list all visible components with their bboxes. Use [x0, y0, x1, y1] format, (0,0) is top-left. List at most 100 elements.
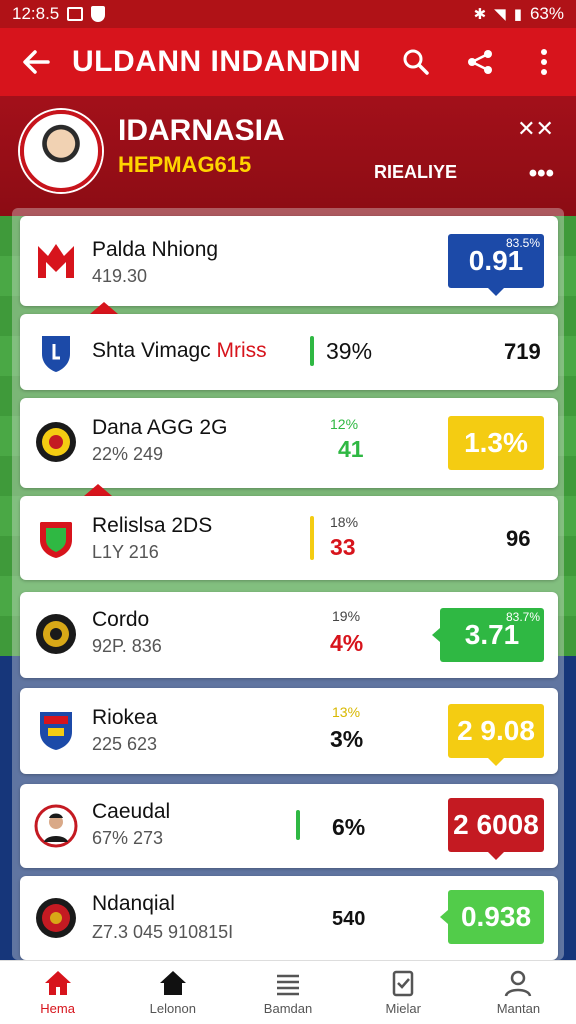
team-name: Relislsa 2DS	[92, 514, 213, 537]
nav-label: Lelonon	[149, 1001, 196, 1016]
percent-small: 13%	[332, 704, 361, 720]
wifi-icon: ◥	[494, 6, 506, 23]
nav-label: Hema	[40, 1001, 75, 1016]
status-bar: 12:8.5 ✱ ◥ ▮ 63%	[0, 0, 576, 28]
team-name: Dana AGG 2G	[92, 416, 228, 439]
percent-big: 3%	[330, 726, 364, 752]
percent-small: 12%	[330, 416, 359, 432]
back-arrow-icon[interactable]	[0, 28, 72, 96]
team-stat: 22% 249	[92, 444, 164, 464]
bottom-navigation: Hema Lelonon Bamdan Mielar Mantan	[0, 960, 576, 1024]
nav-item-list[interactable]: Bamdan	[230, 961, 345, 1024]
hero-header: IDARNASIA HEPMAG615 RIEALIYE ✕✕ •••	[0, 96, 576, 216]
standings-list: Palda Nhiong 419.30 83.5% 0.91 Shta Vima…	[12, 208, 564, 960]
list-item[interactable]: Relislsa 2DS L1Y 216 18% 33 96	[20, 496, 558, 580]
list-item[interactable]: Dana AGG 2G 22% 249 12% 41 1.3%	[20, 398, 558, 488]
team-name-main: Shta Vimagc	[92, 339, 211, 362]
team-stat: 67% 273	[92, 828, 164, 848]
trend-bar	[296, 810, 300, 840]
odds-button[interactable]: 2 9.08	[448, 704, 544, 766]
percent-big: 540	[332, 908, 366, 930]
red-gold-crest-icon	[36, 898, 76, 938]
team-name-highlight: Mriss	[216, 339, 267, 362]
player-avatar[interactable]	[20, 110, 102, 192]
team-stat: 92P. 836	[92, 636, 162, 656]
odds-value: 2 9.08	[457, 715, 535, 746]
odds-corner: 83.5%	[505, 236, 540, 250]
player-portrait-icon	[34, 804, 78, 848]
team-name: Cordo	[92, 608, 150, 631]
list-item[interactable]: Riokea 225 623 13% 3% 2 9.08	[20, 688, 558, 774]
percent-small: 19%	[332, 608, 361, 624]
list-icon	[277, 974, 299, 996]
shield-icon	[91, 6, 106, 22]
image-icon	[67, 7, 84, 21]
signal-icon: ▮	[513, 6, 522, 23]
red-green-crest-icon	[40, 522, 72, 558]
trend-bar	[310, 516, 314, 560]
app-title: ULDANN INDANDIN	[72, 45, 362, 78]
list-item[interactable]: Caeudal 67% 273 6% 2 6008	[20, 784, 558, 868]
odds-button[interactable]: 2 6008	[448, 798, 544, 860]
percent-big: 33	[330, 534, 356, 560]
home-icon	[44, 971, 71, 995]
nav-item-clipboard[interactable]: Mielar	[346, 961, 461, 1024]
odds-corner: 83.7%	[505, 610, 540, 624]
odds-button[interactable]: 83.5% 0.91	[448, 234, 544, 296]
more-horiz-icon[interactable]: •••	[529, 160, 554, 188]
red-m-crest-icon	[38, 244, 74, 278]
team-stat: 225 623	[92, 734, 158, 754]
player-name: IDARNASIA	[118, 114, 285, 147]
team-stat: 419.30	[92, 266, 148, 286]
clipboard-icon	[392, 970, 414, 997]
percent-big: 41	[338, 436, 364, 462]
odds-button[interactable]: 83.7% 3.71	[432, 608, 544, 662]
hero-right-label: RIEALIYE	[374, 162, 458, 182]
row-marker	[90, 302, 118, 314]
battery-level: 63%	[529, 4, 564, 23]
blue-shield-icon	[42, 336, 70, 372]
list-item[interactable]: Shta Vimagc Mriss 39% 719	[20, 314, 558, 390]
trend-bar	[310, 336, 314, 366]
app-bar: ULDANN INDANDIN	[0, 28, 576, 96]
house-icon	[159, 971, 186, 995]
bar-percent: 39%	[326, 338, 373, 364]
nav-label: Mantan	[496, 1001, 541, 1016]
list-item[interactable]: Ndanqial Z7.3 045 910815I 540 0.938	[20, 876, 558, 960]
row-marker	[84, 484, 112, 496]
nav-label: Bamdan	[263, 1001, 313, 1016]
black-gold-crest-icon	[36, 614, 76, 654]
close-icon[interactable]: ✕✕	[517, 116, 554, 142]
bluetooth-icon: ✱	[473, 6, 487, 23]
more-vert-icon[interactable]	[512, 28, 576, 96]
nav-item-home[interactable]: Hema	[0, 961, 115, 1024]
black-yellow-crest-icon	[36, 422, 76, 462]
team-stat: Z7.3 045 910815I	[92, 922, 234, 942]
player-subtitle: HEPMAG615	[118, 152, 252, 177]
person-icon	[505, 970, 532, 997]
odds-value: 1.3%	[464, 427, 528, 458]
list-item[interactable]: Palda Nhiong 419.30 83.5% 0.91	[20, 216, 558, 306]
team-name: Palda Nhiong	[92, 238, 219, 261]
team-name: Caeudal	[92, 800, 171, 823]
team-name: Ndanqial	[92, 892, 175, 915]
row-value: 719	[504, 339, 541, 364]
nav-label: Mielar	[385, 1001, 421, 1016]
list-item[interactable]: Cordo 92P. 836 19% 4% 83.7% 3.71	[20, 592, 558, 678]
odds-value: 0.938	[460, 901, 532, 932]
team-name: Shta Vimagc Mriss	[92, 339, 267, 363]
percent-small: 18%	[330, 514, 359, 530]
search-icon[interactable]	[384, 28, 448, 96]
nav-item-house[interactable]: Lelonon	[115, 961, 230, 1024]
odds-value: 2 6008	[453, 809, 539, 840]
share-icon[interactable]	[448, 28, 512, 96]
team-stat: L1Y 216	[92, 542, 159, 562]
nav-item-profile[interactable]: Mantan	[461, 961, 576, 1024]
percent-big: 4%	[330, 630, 364, 656]
status-time: 12:8.5	[12, 4, 60, 23]
odds-button[interactable]: 1.3%	[448, 416, 544, 470]
odds-button[interactable]: 0.938	[440, 890, 544, 944]
percent-big: 6%	[332, 814, 366, 840]
multicolor-crest-icon	[40, 712, 72, 750]
row-value: 96	[506, 526, 531, 551]
